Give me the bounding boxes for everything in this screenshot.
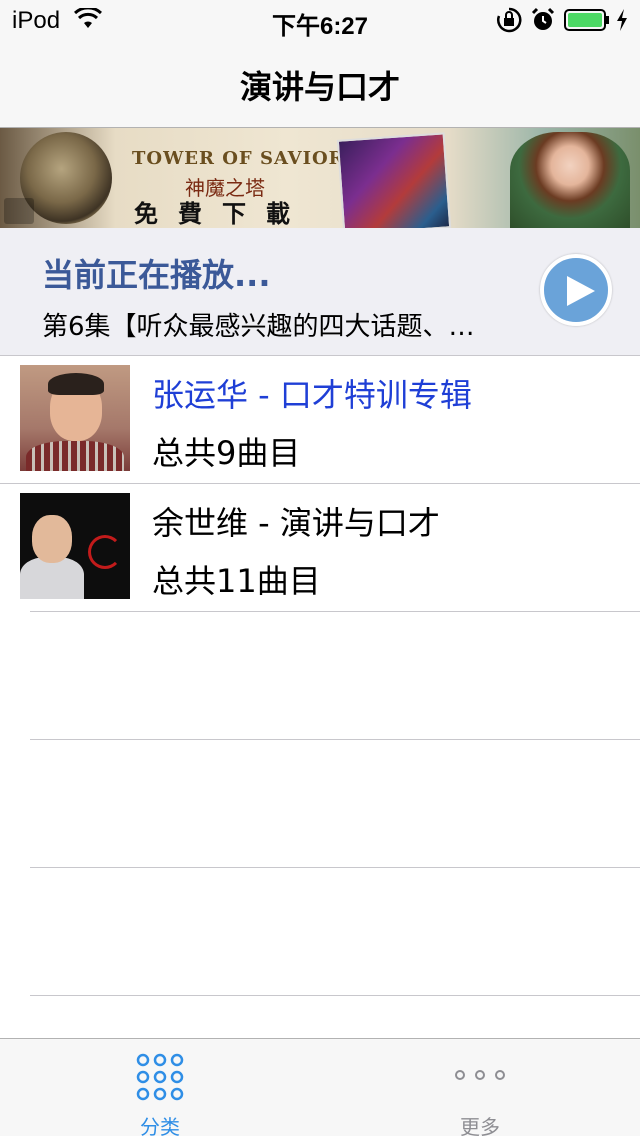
now-playing-bar[interactable]: 当前正在播放... 第6集【听众最感兴趣的四大话题、… (0, 228, 640, 355)
album-track-count: 总共11曲目 (152, 562, 321, 600)
album-row[interactable]: 余世维 - 演讲与口才 总共11曲目 (0, 483, 640, 611)
banner-title: TOWER OF SAVIORS (132, 148, 359, 169)
alarm-icon (531, 7, 555, 30)
album-list: 张运华 - 口才特训专辑 总共9曲目 余世维 - 演讲与口才 总共11曲目 (0, 355, 640, 611)
album-cover-image (20, 365, 130, 471)
navigation-bar: 演讲与口才 (0, 40, 640, 128)
tab-categories[interactable]: 分类 (0, 1039, 320, 1139)
banner-game-screenshot (336, 132, 452, 228)
banner-character-image (510, 132, 630, 228)
album-cover-image (20, 493, 130, 599)
row-divider (30, 611, 640, 612)
play-icon (567, 276, 595, 306)
ad-banner[interactable]: TOWER OF SAVIORS 神魔之塔 免費下載 (0, 128, 640, 228)
album-track-count: 总共9曲目 (152, 434, 301, 472)
now-playing-track: 第6集【听众最感兴趣的四大话题、… (42, 312, 475, 342)
charging-icon (617, 9, 627, 31)
tab-bar: 分类 更多 (0, 1038, 640, 1139)
banner-cta: 免費下載 (134, 199, 310, 228)
status-bar: iPod 下午6:27 (0, 0, 640, 40)
row-divider (30, 995, 640, 996)
more-dots-icon (455, 1070, 505, 1080)
album-title: 余世维 - 演讲与口才 (152, 504, 440, 542)
row-divider (30, 739, 640, 740)
play-button[interactable] (540, 254, 612, 326)
battery-icon (564, 9, 609, 31)
now-playing-title: 当前正在播放... (42, 256, 271, 294)
grid-dots-icon (136, 1053, 184, 1101)
tab-more[interactable]: 更多 (320, 1039, 640, 1139)
album-title: 张运华 - 口才特训专辑 (152, 376, 472, 414)
banner-corner-mark (4, 198, 34, 224)
row-divider (30, 867, 640, 868)
orientation-lock-icon (497, 7, 522, 33)
page-title: 演讲与口才 (239, 68, 400, 106)
album-row[interactable]: 张运华 - 口才特训专辑 总共9曲目 (0, 355, 640, 483)
